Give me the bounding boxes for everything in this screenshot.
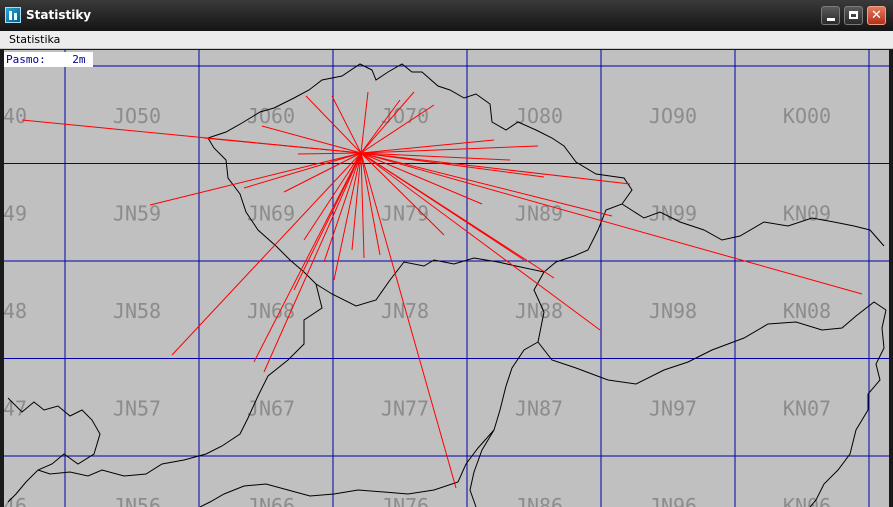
title-bar[interactable]: Statistiky ✕ — [0, 0, 893, 31]
map-canvas: JN40JO50JO60JO70JO80JO90KO00JN49JN59JN69… — [4, 50, 889, 507]
qso-line — [331, 95, 362, 154]
country-borders — [7, 63, 887, 507]
qso-line — [360, 139, 495, 154]
locator-label: JN98 — [649, 299, 697, 323]
locator-label: KN06 — [783, 494, 831, 507]
menu-item-statistika[interactable]: Statistika — [4, 33, 65, 46]
band-value: 2m — [72, 53, 86, 66]
close-button[interactable]: ✕ — [867, 6, 886, 25]
qso-line — [360, 91, 369, 154]
locator-label: KN07 — [783, 397, 831, 421]
locator-label: JN77 — [381, 397, 429, 421]
locator-label: JN58 — [113, 299, 161, 323]
locator-label: JN48 — [4, 299, 27, 323]
maximize-icon — [849, 11, 858, 19]
locator-label: JO90 — [649, 104, 697, 128]
locator-label: KN09 — [783, 202, 831, 226]
locator-label: JN88 — [515, 299, 563, 323]
locator-label: JN66 — [247, 494, 295, 507]
qso-line — [203, 137, 362, 154]
locator-label: JN97 — [649, 397, 697, 421]
app-statistics-icon[interactable] — [5, 7, 21, 23]
locator-label: JN49 — [4, 202, 27, 226]
locator-label: JN69 — [247, 202, 295, 226]
locator-label: KO00 — [783, 104, 831, 128]
minimize-button[interactable] — [821, 6, 840, 25]
qso-lines — [21, 91, 863, 489]
qso-line — [149, 152, 362, 206]
locator-label: KN08 — [783, 299, 831, 323]
qso-line — [261, 125, 362, 154]
border-south — [469, 429, 495, 507]
qso-line — [263, 152, 362, 373]
minimize-icon — [827, 18, 835, 21]
locator-label: JO80 — [515, 104, 563, 128]
locator-label: JN59 — [113, 202, 161, 226]
locator-label: JN96 — [649, 494, 697, 507]
border-czech — [207, 63, 633, 307]
locator-label: JO50 — [113, 104, 161, 128]
close-icon: ✕ — [871, 8, 882, 23]
window-title: Statistiky — [26, 8, 92, 22]
locator-label: JN68 — [247, 299, 295, 323]
border-hungary — [809, 409, 869, 507]
border-austria-east — [199, 341, 539, 507]
qso-line — [360, 145, 539, 154]
locator-labels: JN40JO50JO60JO70JO80JO90KO00JN49JN59JN69… — [4, 104, 831, 507]
locator-label: JN46 — [4, 494, 27, 507]
locator-label: JN76 — [381, 494, 429, 507]
band-label: Pasmo: — [6, 53, 46, 66]
menu-bar: Statistika — [0, 31, 893, 49]
locator-map[interactable]: JN40JO50JO60JO70JO80JO90KO00JN49JN59JN69… — [4, 50, 889, 507]
band-indicator: Pasmo: 2m — [4, 52, 93, 67]
qso-line — [297, 152, 362, 155]
locator-label: JN57 — [113, 397, 161, 421]
locator-label: JN87 — [515, 397, 563, 421]
qso-line — [293, 152, 362, 291]
border-slovakia — [533, 271, 887, 385]
locator-label: JN67 — [247, 397, 295, 421]
locator-label: JN47 — [4, 397, 27, 421]
locator-label: JN40 — [4, 104, 27, 128]
border-east-edge — [867, 309, 887, 410]
statistics-window: Statistiky ✕ Statistika JN40JO50JO60JO70… — [0, 0, 893, 507]
qso-line — [253, 152, 362, 363]
locator-label: JN86 — [515, 494, 563, 507]
locator-label: JN78 — [381, 299, 429, 323]
locator-label: JN56 — [113, 494, 161, 507]
maximize-button[interactable] — [844, 6, 863, 25]
locator-label: JN89 — [515, 202, 563, 226]
